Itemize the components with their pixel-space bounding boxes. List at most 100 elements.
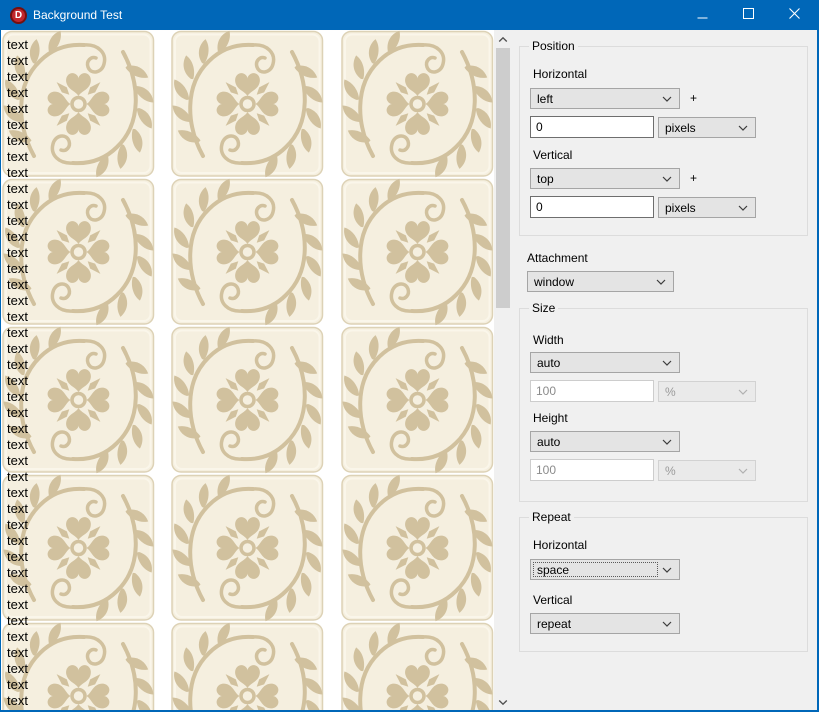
text-line: text [7, 581, 28, 597]
focus-rect [533, 562, 658, 577]
position-vertical-label: Vertical [533, 148, 572, 162]
app-icon-letter: D [15, 11, 22, 21]
chevron-down-icon [662, 96, 672, 102]
size-height-label: Height [533, 411, 568, 425]
text-line: text [7, 677, 28, 693]
close-button[interactable] [771, 0, 817, 30]
text-line: text [7, 549, 28, 565]
chevron-down-icon [738, 468, 748, 474]
size-group-title: Size [529, 301, 558, 315]
text-line: text [7, 85, 28, 101]
plus-label: + [690, 168, 697, 189]
text-line: text [7, 469, 28, 485]
text-line: text [7, 309, 28, 325]
position-horizontal-unit-select[interactable]: pixels [658, 117, 756, 138]
app-icon: D [10, 7, 27, 24]
scroll-up-button[interactable] [494, 30, 512, 47]
attachment-select[interactable]: window [527, 271, 674, 292]
text-line: text [7, 485, 28, 501]
combo-value: left [537, 92, 553, 106]
background-tile [171, 178, 324, 326]
position-horizontal-offset-input[interactable] [530, 116, 654, 138]
chevron-down-icon [662, 176, 672, 182]
text-line: text [7, 661, 28, 677]
combo-value: auto [537, 356, 560, 370]
text-line: text [7, 181, 28, 197]
text-line: text [7, 517, 28, 533]
combo-value: top [537, 172, 554, 186]
repeat-horizontal-label: Horizontal [533, 538, 587, 552]
combo-value: % [665, 385, 676, 399]
text-line: text [7, 117, 28, 133]
window-controls [679, 0, 817, 30]
scroll-down-button[interactable] [494, 693, 512, 710]
text-line: text [7, 133, 28, 149]
text-line: text [7, 229, 28, 245]
size-width-select[interactable]: auto [530, 352, 680, 373]
chevron-down-icon [738, 125, 748, 131]
text-line: text [7, 533, 28, 549]
chevron-down-icon [662, 567, 672, 573]
text-column: texttexttexttexttexttexttexttexttexttext… [7, 37, 28, 709]
position-horizontal-select[interactable]: left [530, 88, 680, 109]
scrollbar-thumb[interactable] [496, 48, 510, 308]
text-line: text [7, 69, 28, 85]
position-vertical-offset-input[interactable] [530, 196, 654, 218]
text-line: text [7, 389, 28, 405]
repeat-vertical-label: Vertical [533, 593, 572, 607]
combo-value: pixels [665, 201, 696, 215]
chevron-down-icon [738, 389, 748, 395]
position-group-title: Position [529, 39, 578, 53]
text-line: text [7, 293, 28, 309]
chevron-down-icon [738, 205, 748, 211]
background-tile [171, 622, 324, 710]
chevron-down-icon [662, 360, 672, 366]
background-preview-area: texttexttexttexttexttexttexttexttexttext… [1, 30, 494, 710]
attachment-label: Attachment [527, 251, 588, 265]
size-width-value-input [530, 380, 654, 402]
repeat-horizontal-select[interactable]: space [530, 559, 680, 580]
text-line: text [7, 261, 28, 277]
text-line: text [7, 357, 28, 373]
text-line: text [7, 149, 28, 165]
background-tile [341, 622, 494, 710]
size-width-unit-select: % [658, 381, 756, 402]
text-line: text [7, 325, 28, 341]
window-title: Background Test [33, 0, 122, 30]
chevron-down-icon [656, 279, 666, 285]
background-tile [341, 178, 494, 326]
text-line: text [7, 341, 28, 357]
maximize-button[interactable] [725, 0, 771, 30]
background-tile [341, 30, 494, 178]
position-horizontal-label: Horizontal [533, 67, 587, 81]
text-line: text [7, 53, 28, 69]
window-border-left [0, 0, 1, 712]
combo-value: auto [537, 435, 560, 449]
close-icon [789, 6, 800, 24]
minimize-button[interactable] [679, 0, 725, 30]
text-line: text [7, 613, 28, 629]
minimize-icon [697, 6, 708, 24]
repeat-vertical-select[interactable]: repeat [530, 613, 680, 634]
combo-value: % [665, 464, 676, 478]
settings-panel: Position Horizontal left + pixels Vertic… [512, 30, 817, 710]
text-line: text [7, 453, 28, 469]
text-line: text [7, 645, 28, 661]
chevron-down-icon [662, 621, 672, 627]
size-height-select[interactable]: auto [530, 431, 680, 452]
text-line: text [7, 565, 28, 581]
text-line: text [7, 245, 28, 261]
text-line: text [7, 629, 28, 645]
position-vertical-unit-select[interactable]: pixels [658, 197, 756, 218]
app-window: D Background Test texttexttexttexttextte… [0, 0, 819, 712]
chevron-up-icon [498, 30, 508, 48]
text-line: text [7, 405, 28, 421]
text-line: text [7, 501, 28, 517]
size-height-value-input [530, 459, 654, 481]
vertical-scrollbar[interactable] [494, 30, 512, 710]
chevron-down-icon [662, 439, 672, 445]
plus-label: + [690, 88, 697, 109]
combo-value: repeat [537, 617, 571, 631]
position-vertical-select[interactable]: top [530, 168, 680, 189]
maximize-icon [743, 6, 754, 24]
